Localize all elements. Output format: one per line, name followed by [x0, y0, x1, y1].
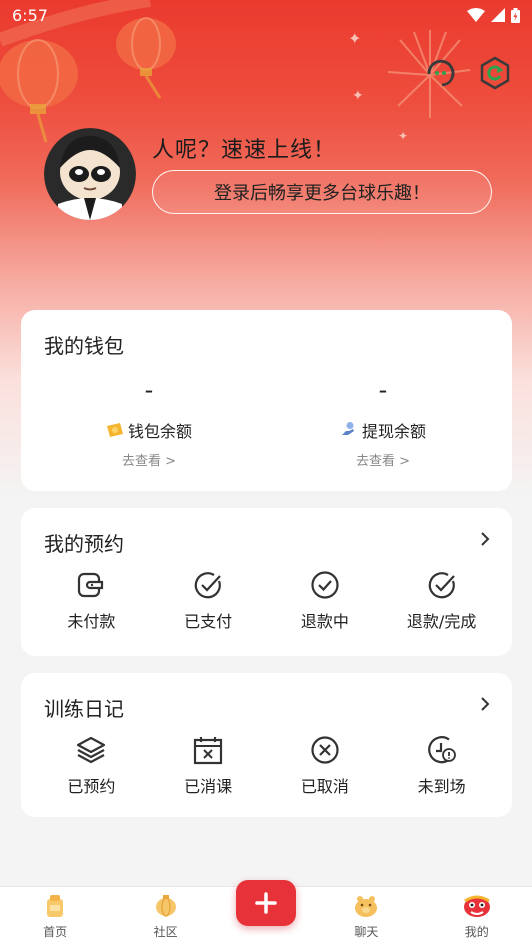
diary-cancelled-label: 已取消 [300, 777, 349, 796]
settings-icon[interactable] [478, 56, 512, 90]
wallet-balance-link[interactable]: 去查看 > [49, 450, 249, 469]
reservations-card: 我的预约 未付款 已支付 退款中 退款/完成 [21, 508, 512, 656]
chevron-right-icon[interactable] [478, 532, 492, 546]
training-diary-title: 训练日记 [44, 697, 124, 721]
check-circle-icon [311, 571, 339, 599]
withdraw-balance-label: 提现余额 [361, 422, 426, 441]
wallet-card: 我的钱包 - 钱包余额 去查看 > - 提现余额 去查看 > [21, 310, 512, 491]
wallet-title: 我的钱包 [44, 334, 124, 358]
svg-text:✦: ✦ [352, 88, 364, 104]
withdraw-hand-icon [341, 422, 354, 435]
reservation-refund-done-label: 退款/完成 [406, 612, 477, 631]
reservation-unpaid[interactable]: 未付款 [41, 570, 141, 632]
wallet-coin-icon [106, 423, 123, 437]
wallet-icon [78, 572, 104, 598]
status-bar: 6:57 [0, 0, 532, 30]
tab-home[interactable]: 首页 [15, 893, 95, 940]
diary-consumed[interactable]: 已消课 [158, 735, 258, 797]
tab-community-label: 社区 [153, 925, 178, 939]
diary-absent[interactable]: 未到场 [392, 735, 492, 797]
withdraw-balance[interactable]: - 提现余额 去查看 > [283, 376, 483, 469]
chevron-right-icon[interactable] [478, 697, 492, 711]
avatar[interactable] [44, 128, 136, 220]
tab-home-label: 首页 [43, 925, 68, 939]
diary-consumed-label: 已消课 [184, 777, 233, 796]
lion-dance-icon [463, 895, 490, 917]
login-button[interactable]: 登录后畅享更多台球乐趣！ [152, 170, 492, 214]
tab-community[interactable]: 社区 [126, 893, 206, 940]
community-icon [155, 895, 176, 917]
home-cup-icon [47, 895, 64, 917]
withdraw-balance-value: - [378, 376, 388, 404]
reservation-refunding[interactable]: 退款中 [275, 570, 375, 632]
tab-chat-label: 聊天 [354, 925, 379, 939]
battery-icon [511, 7, 520, 23]
reservation-paid[interactable]: 已支付 [158, 570, 258, 632]
wallet-balance[interactable]: - 钱包余额 去查看 > [49, 376, 249, 469]
wallet-balance-value: - [144, 376, 154, 404]
reservation-paid-label: 已支付 [184, 612, 233, 631]
calendar-x-icon [194, 737, 223, 765]
diary-booked-label: 已预约 [67, 777, 116, 796]
tab-chat[interactable]: 聊天 [326, 893, 406, 940]
reservations-title: 我的预约 [44, 532, 124, 556]
withdraw-balance-link[interactable]: 去查看 > [283, 450, 483, 469]
header-actions [424, 56, 512, 90]
diary-absent-label: 未到场 [417, 777, 466, 796]
x-circle-icon [311, 736, 339, 764]
reservation-refunding-label: 退款中 [300, 612, 349, 631]
status-time: 6:57 [12, 5, 48, 25]
wallet-balance-label: 钱包余额 [127, 422, 192, 441]
svg-text:✦: ✦ [348, 29, 361, 48]
reservation-unpaid-label: 未付款 [67, 612, 116, 631]
check-circle-icon [428, 572, 455, 599]
check-circle-icon [194, 572, 221, 599]
clock-alert-icon [427, 736, 456, 764]
profile-section: 人呢？速速上线！ 登录后畅享更多台球乐趣！ [44, 128, 504, 220]
training-diary-card: 训练日记 已预约 已消课 已取消 未到场 [21, 673, 512, 817]
tab-mine[interactable]: 我的 [437, 893, 517, 940]
customer-service-icon[interactable] [424, 56, 458, 90]
greeting-text: 人呢？速速上线！ [152, 138, 337, 163]
layers-icon [77, 736, 106, 764]
signal-icon [491, 8, 505, 22]
reservation-refund-done[interactable]: 退款/完成 [392, 570, 492, 632]
tab-mine-label: 我的 [464, 925, 489, 939]
diary-cancelled[interactable]: 已取消 [275, 735, 375, 797]
wifi-icon [467, 8, 485, 22]
diary-booked[interactable]: 已预约 [41, 735, 141, 797]
add-button[interactable] [236, 880, 296, 926]
plus-icon [255, 892, 277, 914]
chat-piggy-icon [355, 896, 378, 917]
